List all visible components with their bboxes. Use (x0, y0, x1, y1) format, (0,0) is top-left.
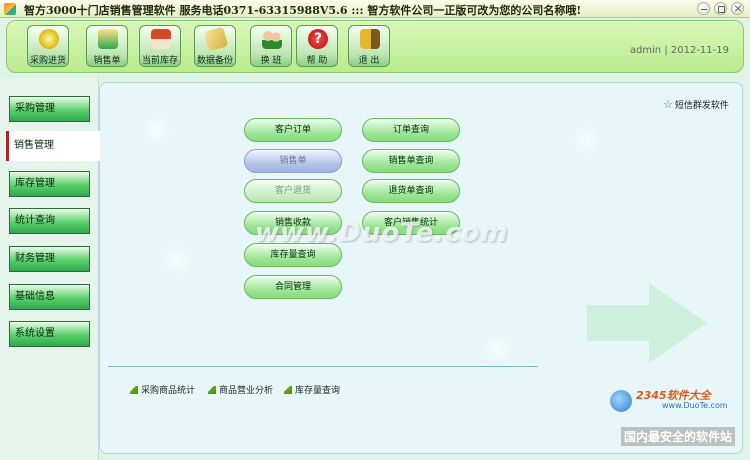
close-button[interactable] (731, 2, 744, 15)
stock-query-link[interactable]: 库存量查询 (284, 383, 340, 396)
backup-icon (203, 26, 229, 52)
shift-change-button[interactable]: 换 班 (250, 25, 292, 67)
order-query-button[interactable]: 订单查询 (362, 118, 460, 142)
sidebar-item-purchase[interactable]: 采购管理 (9, 96, 90, 122)
brand-slogan: 国内最安全的软件站 (621, 427, 736, 446)
help-button[interactable]: ? 帮 助 (296, 25, 338, 67)
inventory-house-icon (151, 29, 171, 49)
sidebar-item-statistics[interactable]: 统计查询 (9, 208, 90, 234)
background-flower-decoration (160, 243, 194, 277)
app-icon (4, 3, 16, 15)
customer-return-button[interactable]: 客户退货 (244, 179, 342, 203)
sidebar-item-finance[interactable]: 财务管理 (9, 246, 90, 272)
minimize-button[interactable] (697, 2, 710, 15)
section-divider (108, 366, 538, 367)
sidebar: 采购管理 销售管理 库存管理 统计查询 财务管理 基础信息 系统设置 (0, 78, 100, 460)
sales-order-query-button[interactable]: 销售单查询 (362, 149, 460, 173)
arrow-decoration (587, 283, 707, 363)
sidebar-item-settings[interactable]: 系统设置 (9, 321, 90, 347)
backup-button[interactable]: 数据备份 (194, 25, 236, 67)
brand-logo-icon (610, 390, 632, 412)
arrow-icon (130, 386, 138, 394)
maximize-button[interactable] (714, 2, 727, 15)
sms-link[interactable]: ☆ 短信群发软件 (663, 98, 729, 111)
sidebar-item-sales[interactable]: 销售管理 (6, 131, 100, 161)
arrow-icon (284, 386, 292, 394)
contract-management-button[interactable]: 合同管理 (244, 275, 342, 299)
purchase-goods-stats-link[interactable]: 采购商品统计 (130, 383, 195, 396)
sales-order-icon (98, 29, 118, 49)
sidebar-item-basic-info[interactable]: 基础信息 (9, 284, 90, 310)
sidebar-item-inventory[interactable]: 库存管理 (9, 171, 90, 197)
window-title: 智方3000十门店销售管理软件 服务电话0371-63315988V5.6 ::… (24, 4, 582, 17)
background-flower-decoration (480, 333, 514, 367)
purchase-icon (39, 29, 59, 49)
arrow-icon (208, 386, 216, 394)
background-flower-decoration (140, 113, 174, 147)
help-icon: ? (308, 29, 328, 49)
star-icon: ☆ (663, 98, 673, 111)
inventory-button[interactable]: 当前库存 (139, 25, 181, 67)
sales-order-button[interactable]: 销售单 (86, 25, 128, 67)
exit-icon (360, 29, 380, 49)
exit-button[interactable]: 退 出 (348, 25, 390, 67)
customer-order-button[interactable]: 客户订单 (244, 118, 342, 142)
user-info: admin | 2012-11-19 (629, 45, 729, 56)
title-bar: 智方3000十门店销售管理软件 服务电话0371-63315988V5.6 ::… (0, 0, 750, 18)
shift-change-icon (262, 29, 282, 49)
sales-order-button[interactable]: 销售单 (244, 149, 342, 173)
background-flower-decoration (570, 123, 604, 157)
brand-badge: 2345软件大全 www.DuoTe.com (610, 386, 750, 414)
main-toolbar: 采购进货 销售单 当前库存 数据备份 换 班 ? 帮 助 退 出 admin |… (6, 20, 744, 73)
goods-business-analysis-link[interactable]: 商品营业分析 (208, 383, 273, 396)
watermark: www.DuoTe.com (255, 218, 509, 248)
return-order-query-button[interactable]: 退货单查询 (362, 179, 460, 203)
purchase-button[interactable]: 采购进货 (27, 25, 69, 67)
